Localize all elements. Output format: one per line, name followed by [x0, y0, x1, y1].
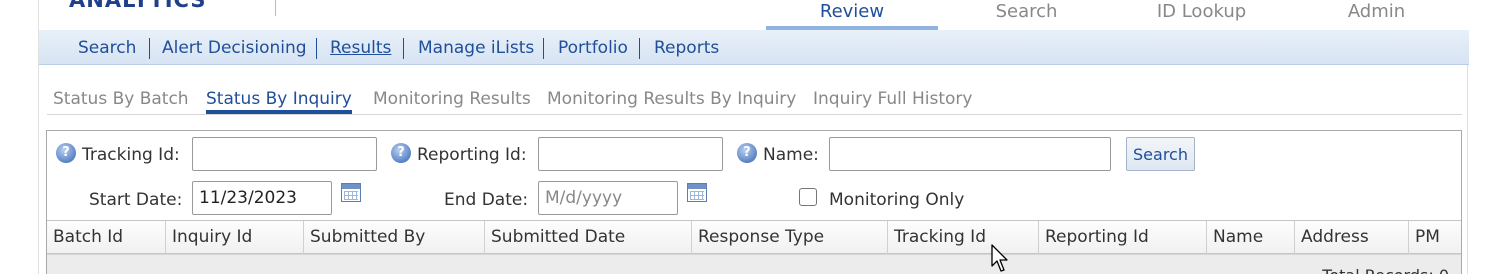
main-tab-search[interactable]: Search [944, 0, 1109, 30]
monitoring-only-label: Monitoring Only [829, 190, 965, 210]
main-tab-review[interactable]: Review [766, 0, 938, 30]
subnav-reports[interactable]: Reports [654, 38, 719, 58]
tab-divider [47, 114, 1462, 115]
column-header-reporting-id[interactable]: Reporting Id [1039, 221, 1207, 254]
subnav-separator [149, 38, 150, 59]
start-date-label: Start Date: [89, 190, 183, 210]
subnav-separator [403, 38, 404, 59]
subnav-results[interactable]: Results [330, 38, 391, 58]
help-icon[interactable]: ? [391, 143, 411, 163]
subnav-search[interactable]: Search [78, 38, 136, 58]
calendar-icon[interactable] [687, 183, 707, 202]
calendar-icon[interactable] [341, 183, 361, 202]
tracking-id-input[interactable] [192, 137, 377, 171]
start-date-input[interactable] [192, 181, 332, 215]
column-header-submitted-date[interactable]: Submitted Date [485, 221, 692, 254]
name-input[interactable] [829, 137, 1111, 171]
page: ANALYTICS Review Search ID Lookup Admin … [38, 0, 1469, 274]
results-table-header: Batch Id Inquiry Id Submitted By Submitt… [47, 220, 1461, 254]
results-table-footer: Total Records: 0 [47, 254, 1461, 274]
mouse-pointer-icon [991, 244, 1008, 272]
top-header: ANALYTICS Review Search ID Lookup Admin [39, 0, 1469, 30]
search-button[interactable]: Search [1126, 137, 1195, 171]
subnav-separator [639, 38, 640, 59]
help-icon[interactable]: ? [737, 143, 757, 163]
end-date-input[interactable] [538, 181, 678, 215]
subnav-manage-ilists[interactable]: Manage iLists [418, 38, 534, 58]
column-header-submitted-by[interactable]: Submitted By [304, 221, 485, 254]
main-tab-admin[interactable]: Admin [1294, 0, 1459, 30]
search-panel: ? Tracking Id: ? Reporting Id: ? Name: S… [46, 130, 1462, 274]
brand-logo: ANALYTICS [69, 0, 207, 12]
tab-monitoring-results-by-inquiry[interactable]: Monitoring Results By Inquiry [547, 88, 796, 110]
monitoring-only-checkbox[interactable] [799, 188, 817, 206]
column-header-inquiry-id[interactable]: Inquiry Id [166, 221, 304, 254]
tracking-id-label: Tracking Id: [82, 145, 180, 165]
logo-divider [275, 0, 276, 16]
column-header-batch-id[interactable]: Batch Id [47, 221, 166, 254]
reporting-id-label: Reporting Id: [417, 145, 527, 165]
tab-status-by-batch[interactable]: Status By Batch [53, 88, 189, 110]
tab-inquiry-full-history[interactable]: Inquiry Full History [813, 88, 972, 110]
reporting-id-input[interactable] [538, 137, 723, 171]
subnav-separator [316, 38, 317, 59]
subnav-separator [543, 38, 544, 59]
column-header-tracking-id[interactable]: Tracking Id [888, 221, 1039, 254]
sub-nav: Search Alert Decisioning Results Manage … [39, 30, 1469, 65]
total-records: Total Records: 0 [1322, 266, 1449, 274]
end-date-label: End Date: [444, 190, 529, 210]
column-header-name[interactable]: Name [1207, 221, 1295, 254]
subnav-alert-decisioning[interactable]: Alert Decisioning [162, 38, 307, 58]
column-header-address[interactable]: Address [1295, 221, 1409, 254]
subnav-portfolio[interactable]: Portfolio [558, 38, 628, 58]
tab-status-by-inquiry[interactable]: Status By Inquiry [206, 88, 352, 110]
tab-monitoring-results[interactable]: Monitoring Results [373, 88, 531, 110]
column-header-response-type[interactable]: Response Type [692, 221, 888, 254]
help-icon[interactable]: ? [56, 143, 76, 163]
active-tab-indicator [206, 110, 352, 114]
main-tab-id-lookup[interactable]: ID Lookup [1119, 0, 1284, 30]
name-label: Name: [763, 145, 819, 165]
column-header-pm[interactable]: PM [1409, 221, 1461, 254]
